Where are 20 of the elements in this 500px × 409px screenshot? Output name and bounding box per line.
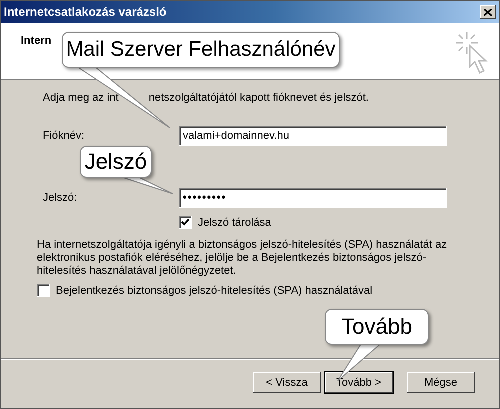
checkbox[interactable] bbox=[179, 216, 192, 229]
callout-bubble: Mail Szerver Felhasználónév bbox=[62, 32, 340, 68]
sparkle-cursor-icon bbox=[455, 31, 489, 75]
field-label: Jelszó: bbox=[43, 192, 78, 204]
instruction-text: Adja meg az int bbox=[43, 92, 119, 104]
cancel-button[interactable]: Mégse bbox=[407, 372, 475, 393]
checkbox-label: Bejelentkezés biztonságos jelszó-hitelesítés (SPA) használatával bbox=[56, 284, 373, 296]
checkbox-label: Jelszó tárolása bbox=[198, 216, 272, 228]
window-title: Internetcsatlakozás varázsló bbox=[4, 5, 167, 19]
instruction-text: netszolgáltatójától kapott fióknevet és jelszót. bbox=[148, 92, 369, 104]
close-button[interactable] bbox=[480, 5, 496, 19]
field-label: Fióknév: bbox=[43, 130, 86, 142]
next-button[interactable]: Tovább > bbox=[325, 372, 393, 393]
password-field[interactable]: ••••••••• bbox=[179, 188, 447, 208]
header-title: Intern bbox=[21, 35, 52, 49]
account-name-field[interactable]: valami+domainnev.hu bbox=[179, 126, 447, 146]
checkbox[interactable] bbox=[37, 284, 50, 297]
spa-note-text: Ha internetszolgáltatója igényli a biztonságos jelszó-hitelesítés (SPA) használatát az elektronikus postafiók eléréséhez, jelölje be a Bejelentkezés biztonságos jelszó-hitelesítés használatával jelölőnégyzetet. bbox=[37, 239, 448, 278]
close-icon bbox=[484, 8, 492, 16]
back-button[interactable]: < Vissza bbox=[253, 372, 321, 393]
